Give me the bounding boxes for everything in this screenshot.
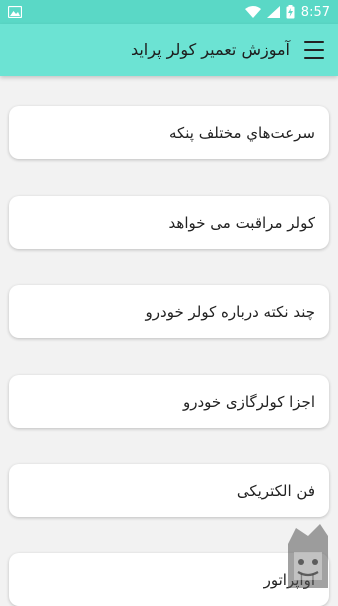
store-logo-icon	[288, 524, 328, 588]
list-item-label: فن الكتريكی	[236, 481, 315, 500]
app-title: آموزش تعمیر کولر پراید	[130, 40, 290, 59]
list-item-label: اجزا كولرگازی خودرو	[182, 392, 315, 411]
list-item[interactable]: چند نكته درباره كولر خودرو	[9, 285, 329, 338]
wifi-icon	[244, 6, 261, 18]
battery-charging-icon	[286, 5, 295, 19]
list-item[interactable]: فن الكتريكی	[9, 464, 329, 517]
list-item[interactable]: کولر مراقبت می خواهد	[9, 196, 329, 249]
list-item[interactable]: سرعت‌هاي مختلف پنكه	[9, 106, 329, 159]
signal-icon	[266, 6, 280, 18]
list-item-label: چند نكته درباره كولر خودرو	[145, 302, 315, 321]
list-item-label: سرعت‌هاي مختلف پنكه	[168, 123, 315, 142]
list-item[interactable]: اواپراتور	[9, 553, 329, 606]
list-item-label: کولر مراقبت می خواهد	[168, 213, 315, 232]
status-bar: 8:57	[0, 0, 338, 24]
hamburger-menu-icon[interactable]	[304, 41, 324, 59]
status-time: 8:57	[300, 4, 330, 20]
image-icon	[8, 6, 22, 18]
list-item[interactable]: اجزا كولرگازی خودرو	[9, 375, 329, 428]
app-bar: آموزش تعمیر کولر پراید	[0, 24, 338, 76]
